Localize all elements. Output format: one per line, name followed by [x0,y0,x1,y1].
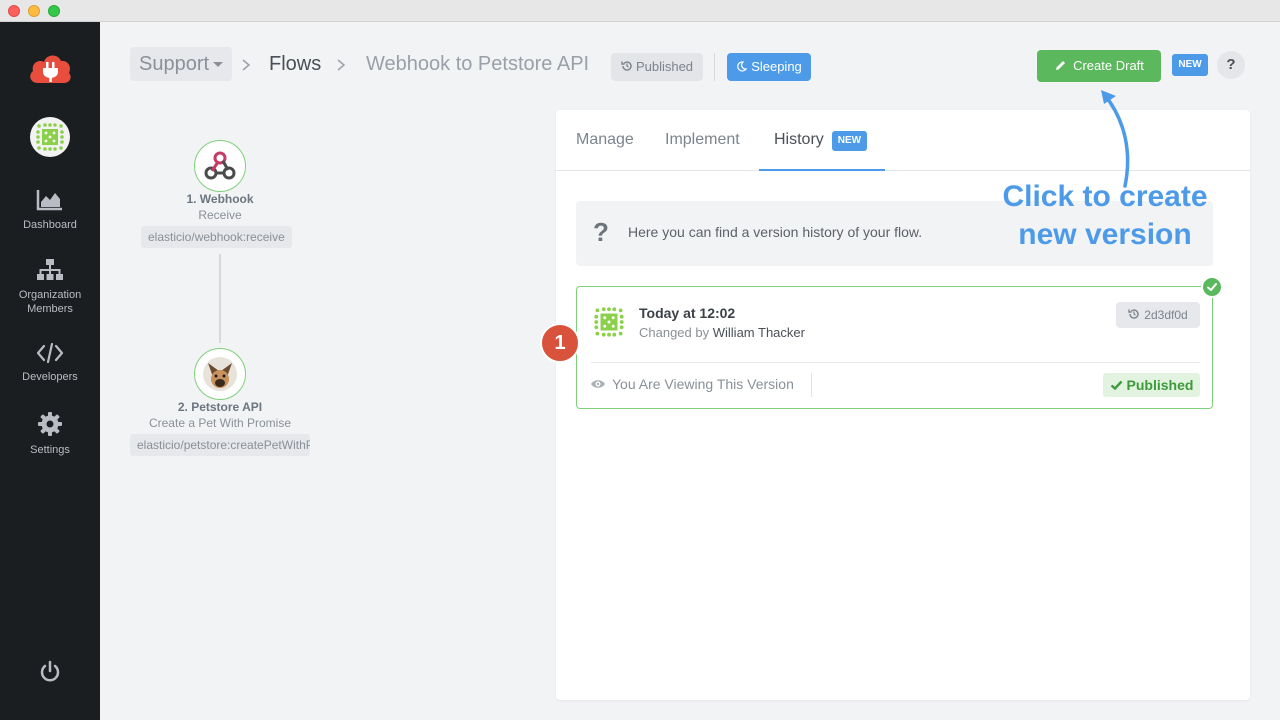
tab-history-label: History [774,131,824,148]
check-icon [1110,380,1122,391]
gear-icon [38,412,62,436]
published-label: Published [635,59,694,74]
question-icon: ? [593,217,609,247]
callout-text: Click to create new version [990,178,1220,254]
history-icon [621,61,632,71]
sidebar-item-settings[interactable]: Settings [0,411,100,457]
callout-line-2: new version [1018,218,1192,251]
petstore-step-node[interactable] [194,348,246,400]
create-draft-label: Create Draft [1073,58,1144,73]
version-author-name: William Thacker [712,325,805,340]
caret-down-icon [213,62,224,68]
breadcrumb-flow-name: Webhook to Petstore API [366,53,590,75]
version-author-avatar [591,304,627,340]
webhook-icon [204,151,236,180]
pencil-icon [1056,61,1066,70]
petstore-step-title: 2. Petstore API [177,400,263,414]
published-status-badge: Published [611,53,703,81]
webhook-component-tag: elasticio/webhook:receive [141,226,292,248]
code-icon [36,342,64,364]
header-divider [714,53,715,81]
sleeping-label: Sleeping [751,59,802,74]
history-icon [1128,309,1139,319]
callout-arrow-icon [1101,90,1130,188]
tab-implement[interactable]: Implement [665,110,740,171]
version-card[interactable]: Today at 12:02 Changed by William Thacke… [576,276,1223,409]
step-connector [219,254,221,343]
breadcrumb-flows[interactable]: Flows [269,53,321,76]
sidebar: Dashboard Organization Members Developer… [0,22,100,720]
petstore-component-tag: elasticio/petstore:createPetWithPromise [130,434,310,456]
sitemap-icon [37,259,63,280]
chart-area-icon [36,190,62,211]
version-hash-button[interactable]: 2d3df0d [1116,302,1200,328]
sidebar-item-label: Dashboard [23,219,77,231]
power-icon[interactable] [38,660,62,684]
tab-history[interactable]: History NEW [759,110,885,171]
app-logo-icon[interactable] [26,49,74,85]
new-feature-badge: NEW [831,131,868,151]
version-card-divider [591,362,1200,363]
create-draft-button[interactable]: Create Draft [1037,50,1161,82]
changed-by-prefix: Changed by [639,325,710,340]
help-button[interactable]: ? [1217,51,1245,79]
version-timestamp: Today at 12:02 [639,305,736,321]
history-info-text: Here you can find a version history of y… [628,224,923,240]
callout-line-1: Click to create [1002,180,1208,213]
webhook-step-title: 1. Webhook [186,192,254,206]
webhook-step-node[interactable] [194,140,246,192]
eye-icon [591,380,605,388]
tab-manage[interactable]: Manage [576,110,634,171]
close-window-button[interactable] [8,5,20,17]
chevron-right-icon [242,59,251,71]
check-icon [1201,276,1223,298]
version-status-label: Published [1126,377,1194,393]
webhook-step-subtitle: Receive [198,208,242,222]
workspace-name: Support [139,53,210,75]
minimize-window-button[interactable] [28,5,40,17]
sidebar-item-organization-members[interactable]: Organization Members [0,258,100,316]
version-hash: 2d3df0d [1144,308,1188,322]
sidebar-item-label: Settings [30,444,70,456]
dog-avatar-icon [203,357,237,391]
workspace-selector[interactable]: Support [130,47,233,81]
zoom-window-button[interactable] [48,5,60,17]
version-published-badge: Published [1103,373,1200,397]
chevron-right-icon [337,59,346,71]
new-feature-badge: NEW [1172,54,1208,76]
workspace-avatar[interactable] [30,117,70,157]
viewing-version-indicator: You Are Viewing This Version [590,376,794,392]
sidebar-item-label: Developers [22,371,78,383]
viewing-version-label: You Are Viewing This Version [612,376,794,392]
petstore-step-subtitle: Create a Pet With Promise [148,416,292,430]
sleeping-toggle-button[interactable]: Sleeping [727,53,811,81]
sidebar-item-dashboard[interactable]: Dashboard [0,188,100,232]
moon-icon [737,61,748,72]
step-number-marker: 1 [540,323,580,363]
sidebar-item-developers[interactable]: Developers [0,342,100,384]
window-titlebar [0,0,1280,22]
version-changed-by: Changed by William Thacker [639,325,805,340]
sidebar-item-label: Organization Members [18,289,82,315]
version-card-separator [811,373,812,397]
